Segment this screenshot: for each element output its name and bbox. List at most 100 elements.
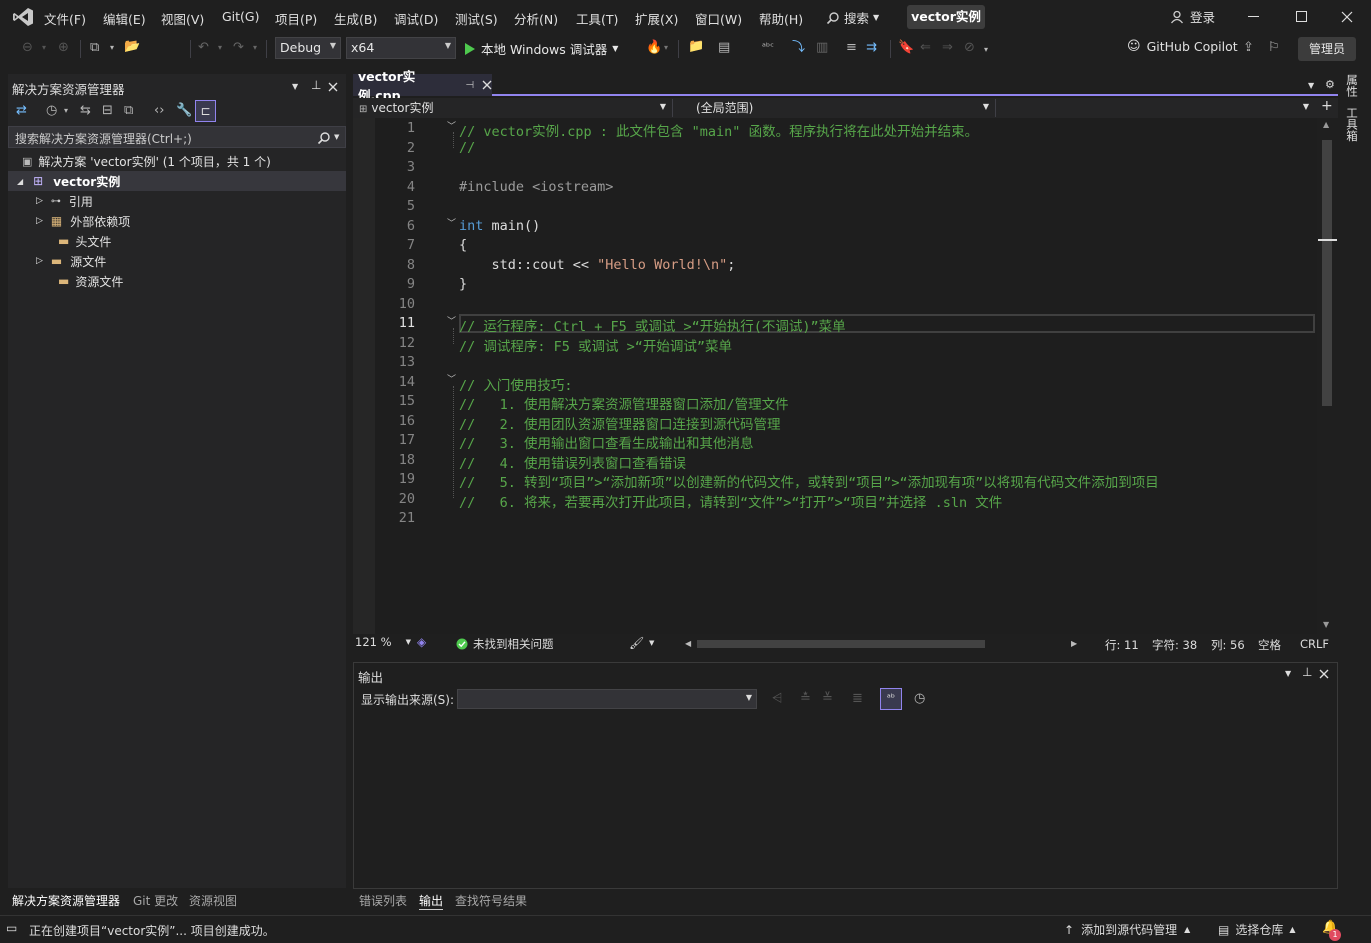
history-dropdown-icon[interactable]: ▾	[64, 103, 68, 119]
output-status-icon[interactable]: ▭	[6, 921, 17, 935]
menu-build[interactable]: 生成(B)	[334, 9, 377, 28]
code-area[interactable]: 1 2 3 4 5 6 7 8 9 10 11 12 13 14 15 16 1…	[375, 118, 1315, 634]
tree-item-references[interactable]: ▷ ⊶ 引用	[36, 191, 93, 211]
find-message-icon[interactable]: ⩤	[772, 691, 782, 707]
hot-reload-dropdown-icon[interactable]: ▾	[664, 40, 668, 56]
back-icon[interactable]: ⊖	[22, 40, 33, 56]
issues-indicator[interactable]: 未找到相关问题	[456, 636, 554, 652]
layout-icon[interactable]: ▤	[718, 40, 730, 56]
tab-vector-cpp[interactable]: vector实例.cpp ⊣	[353, 69, 492, 103]
login-button[interactable]: 登录	[1170, 7, 1215, 26]
fold-chevron-icon[interactable]: ﹀	[447, 119, 456, 132]
fold-chevron-icon[interactable]: ﹀	[447, 216, 456, 229]
menu-help[interactable]: 帮助(H)	[759, 9, 803, 28]
back-dropdown-icon[interactable]: ▾	[42, 40, 46, 56]
menu-project[interactable]: 项目(P)	[275, 9, 317, 28]
start-debugging-button[interactable]: 本地 Windows 调试器 ▼	[464, 39, 618, 58]
tree-item-header-files[interactable]: ▬ 头文件	[58, 231, 111, 251]
breakpoint-window-icon[interactable]: ▥	[816, 40, 828, 56]
sync-icon[interactable]: ⇆	[80, 103, 91, 119]
tab-solution-explorer[interactable]: 解决方案资源管理器	[12, 892, 120, 909]
history-icon[interactable]: ◷	[46, 103, 57, 119]
pin-icon[interactable]: ⊥	[1302, 665, 1312, 679]
menu-extensions[interactable]: 扩展(X)	[635, 9, 678, 28]
menu-test[interactable]: 测试(S)	[455, 9, 498, 28]
step-icon[interactable]: ⤵	[792, 40, 805, 56]
search-options-icon[interactable]: ▼	[334, 133, 339, 141]
tab-resource-view[interactable]: 资源视图	[189, 892, 237, 909]
tree-item-resource-files[interactable]: ▬ 资源文件	[58, 271, 123, 291]
fold-chevron-icon[interactable]: ﹀	[447, 372, 456, 385]
gear-icon[interactable]: ⚙	[1325, 78, 1335, 91]
menu-edit[interactable]: 编辑(E)	[103, 9, 146, 28]
prev-message-icon[interactable]: ≛	[800, 691, 811, 707]
menu-file[interactable]: 文件(F)	[44, 9, 86, 28]
new-project-icon[interactable]: ⧉	[90, 40, 99, 56]
share-icon[interactable]: ⇪	[1243, 40, 1254, 56]
configuration-select[interactable]: Debug ▼	[275, 37, 341, 59]
cleanup-dropdown-icon[interactable]: ▼	[649, 639, 654, 647]
output-source-select[interactable]: ▼	[457, 689, 757, 709]
redo-dropdown-icon[interactable]: ▾	[253, 40, 257, 56]
close-panel-icon[interactable]	[1319, 669, 1329, 679]
zoom-select[interactable]: 121 % ▼	[355, 635, 413, 653]
bookmark-icon[interactable]: 🔖	[898, 40, 914, 56]
solution-node[interactable]: ▣ 解决方案 'vector实例' (1 个项目，共 1 个)	[22, 151, 271, 171]
nav-scope-select[interactable]: (全局范围) ▼	[676, 99, 996, 117]
hot-reload-icon[interactable]: 🔥	[646, 40, 662, 56]
overflow-icon[interactable]: ▾	[984, 42, 988, 58]
tree-item-source-files[interactable]: ▷ ▬ 源文件	[36, 251, 106, 271]
switch-views-icon[interactable]: ⇄	[16, 103, 27, 119]
collapse-all-icon[interactable]: ⊟	[102, 103, 113, 119]
undo-dropdown-icon[interactable]: ▾	[218, 40, 222, 56]
tree-item-external-dependencies[interactable]: ▷ ▦ 外部依赖项	[36, 211, 130, 231]
code-view-icon[interactable]: ‹›	[154, 103, 164, 119]
properties-rail-tab[interactable]: 属性	[1344, 74, 1360, 97]
split-editor-icon[interactable]: +	[1321, 98, 1333, 114]
scroll-right-icon[interactable]: ▶	[1071, 639, 1077, 648]
tab-error-list[interactable]: 错误列表	[359, 892, 407, 909]
vertical-scrollbar[interactable]: ▲ ▼	[1317, 118, 1338, 634]
preview-selected-icon[interactable]: ⊏	[195, 100, 216, 122]
close-window-icon[interactable]	[1341, 11, 1353, 23]
horizontal-scrollbar-thumb[interactable]	[697, 640, 985, 648]
search-solution-field[interactable]: 搜索解决方案资源管理器(Ctrl+;) ▼	[8, 126, 346, 148]
menu-debug[interactable]: 调试(D)	[394, 9, 438, 28]
word-wrap-toggle-icon[interactable]: ᵃᵇ	[880, 688, 902, 710]
nav-project-select[interactable]: ⊞ vector实例 ▼	[355, 99, 673, 117]
add-to-source-control-button[interactable]: ↑ 添加到源代码管理 ▲	[1064, 921, 1190, 938]
feedback-icon[interactable]: ⚐	[1268, 40, 1280, 56]
comment-lines-icon[interactable]: ≡	[846, 40, 857, 56]
nav-member-select[interactable]: ▼	[999, 99, 1315, 117]
next-message-icon[interactable]: ≚	[822, 691, 833, 707]
panel-dropdown-icon[interactable]: ▼	[292, 82, 298, 91]
menu-window[interactable]: 窗口(W)	[695, 9, 742, 28]
menu-view[interactable]: 视图(V)	[161, 9, 204, 28]
whitespace-mode[interactable]: 空格	[1258, 637, 1281, 653]
open-folder-icon[interactable]: 📂	[124, 39, 140, 55]
search-button[interactable]: 搜索 ▼	[826, 8, 879, 27]
scroll-up-icon[interactable]: ▲	[1323, 120, 1329, 129]
tab-output[interactable]: 输出	[419, 892, 444, 910]
toolbox-rail-tab[interactable]: 工具箱	[1344, 107, 1360, 142]
intellicode-icon[interactable]: ◈	[417, 635, 426, 649]
clear-all-icon[interactable]: ≣	[852, 691, 863, 707]
close-tab-icon[interactable]	[482, 80, 492, 90]
show-all-files-icon[interactable]: ⧉	[124, 103, 133, 119]
scroll-left-icon[interactable]: ◀	[685, 639, 691, 648]
minimize-icon[interactable]	[1248, 16, 1259, 17]
platform-select[interactable]: x64 ▼	[346, 37, 456, 59]
menu-git[interactable]: Git(G)	[222, 9, 260, 24]
line-ending[interactable]: CRLF	[1300, 637, 1329, 651]
forward-icon[interactable]: ⊕	[58, 40, 69, 56]
uncomment-lines-icon[interactable]: ⇉	[866, 40, 877, 56]
tab-list-dropdown-icon[interactable]: ▼	[1308, 81, 1314, 90]
pin-icon[interactable]: ⊥	[311, 78, 321, 92]
tab-git-changes[interactable]: Git 更改	[133, 892, 178, 909]
tab-find-symbol-results[interactable]: 查找符号结果	[455, 892, 527, 909]
menu-analyze[interactable]: 分析(N)	[514, 9, 558, 28]
timestamp-clock-icon[interactable]: ◷	[914, 691, 925, 707]
spell-check-icon[interactable]: ᵃᵇᶜ	[762, 40, 774, 56]
new-dropdown-icon[interactable]: ▾	[110, 40, 114, 56]
next-bookmark-icon[interactable]: ⇒	[942, 40, 953, 56]
